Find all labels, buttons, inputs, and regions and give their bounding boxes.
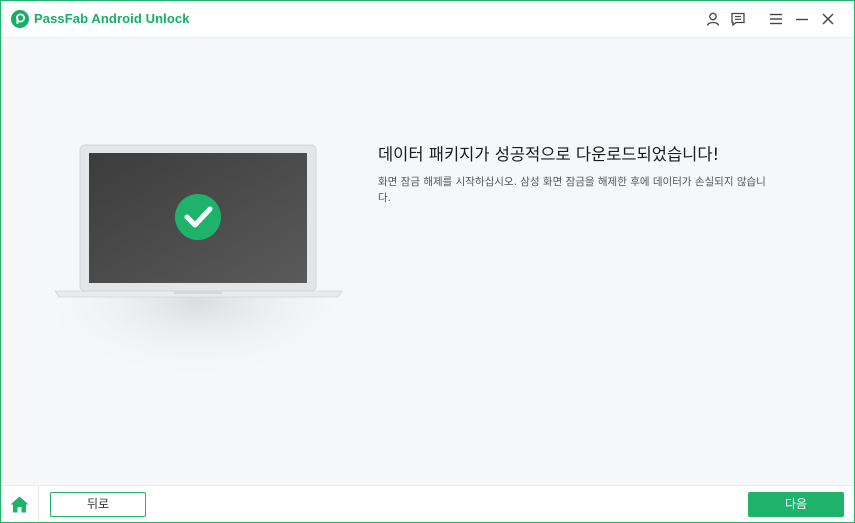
menu-icon[interactable] [768,11,784,27]
minimize-icon[interactable] [794,11,810,27]
title-bar: PassFab Android Unlock [1,1,854,38]
feedback-icon[interactable] [730,11,746,27]
main-content: 데이터 패키지가 성공적으로 다운로드되었습니다! 화면 잠금 해제를 시작하십… [1,38,854,485]
app-window: PassFab Android Unlock 데이터 패키지가 성공적으로 다운… [0,0,855,523]
home-icon [10,496,29,513]
success-description: 화면 잠금 해제를 시작하십시오. 삼성 화면 잠금을 해제한 후에 데이터가 … [378,176,766,204]
success-headline: 데이터 패키지가 성공적으로 다운로드되었습니다! [378,145,720,164]
back-button[interactable]: 뒤로 [50,492,146,517]
check-circle-icon [175,194,221,240]
user-icon[interactable] [705,11,721,27]
home-button[interactable] [1,486,39,522]
footer-bar: 뒤로 다음 [1,485,854,522]
laptop-illustration [54,144,343,393]
close-icon[interactable] [820,11,836,27]
app-title: PassFab Android Unlock [34,11,190,26]
next-button[interactable]: 다음 [748,492,844,517]
passfab-logo-icon [11,10,29,28]
